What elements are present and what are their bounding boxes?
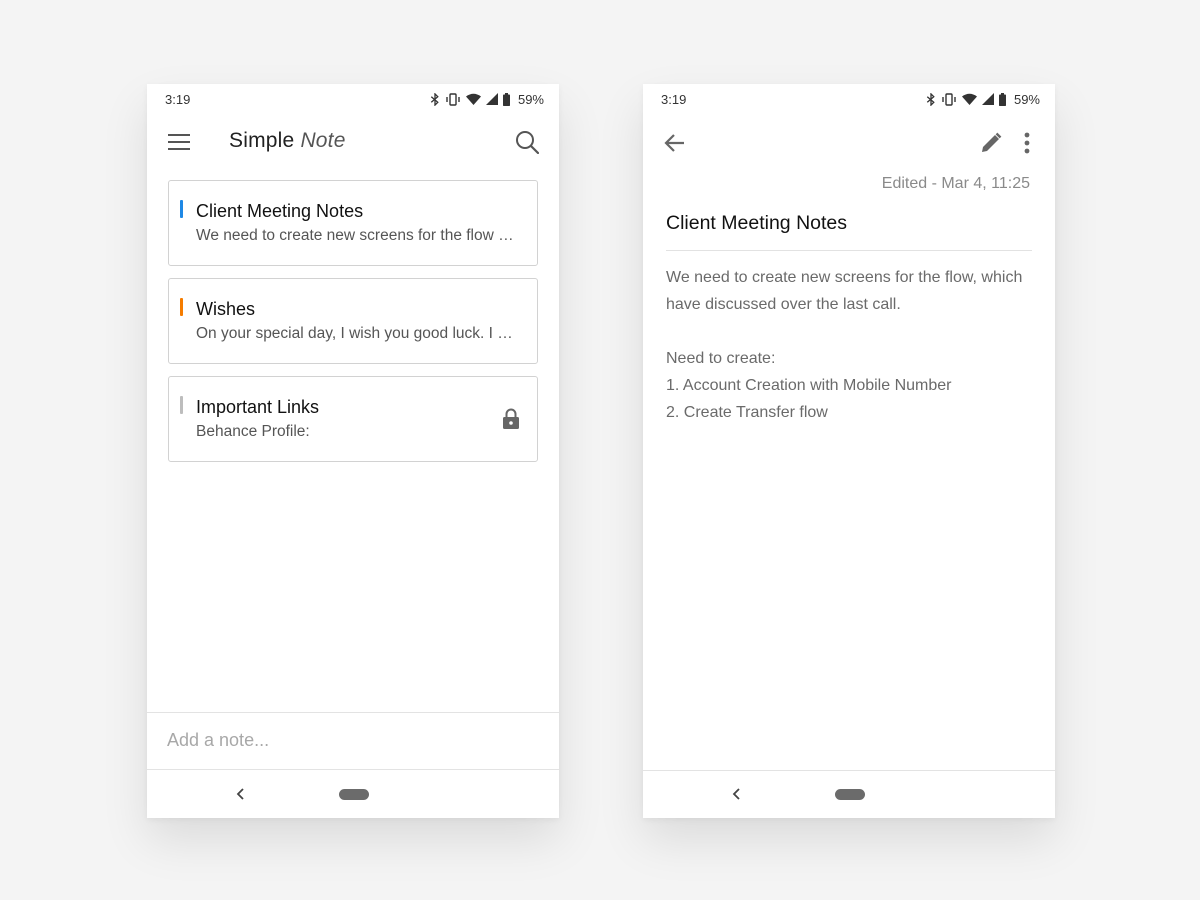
note-accent-bar (180, 396, 183, 414)
note-detail-title: Client Meeting Notes (666, 212, 848, 234)
bluetooth-icon (430, 92, 439, 106)
note-card[interactable]: Wishes On your special day, I wish you g… (168, 278, 538, 364)
search-icon (516, 131, 539, 154)
search-button[interactable] (513, 128, 541, 156)
lock-icon (503, 408, 519, 429)
title-divider (666, 250, 1032, 251)
back-arrow-icon (664, 134, 684, 152)
battery-percent: 59% (517, 91, 544, 107)
pencil-icon (982, 132, 1002, 152)
vibrate-icon (942, 92, 956, 106)
status-icons: 59% (926, 92, 1040, 107)
status-icons: 59% (430, 92, 544, 107)
battery-icon (502, 92, 510, 106)
note-detail-body[interactable]: We need to create new screens for the fl… (666, 264, 1025, 426)
edited-timestamp: Edited - Mar 4, 11:25 (881, 175, 1030, 192)
note-title: Client Meeting Notes (196, 201, 364, 221)
status-time: 3:19 (165, 91, 191, 107)
nav-home-pill[interactable] (339, 789, 369, 800)
edit-button[interactable] (977, 129, 1005, 157)
nav-home-pill[interactable] (835, 789, 865, 800)
hamburger-menu-button[interactable] (165, 128, 193, 156)
nav-back-icon[interactable] (232, 785, 250, 803)
app-bar: Simple Note (147, 120, 559, 164)
note-body-line: 1. Account Creation with Mobile Number (666, 377, 952, 394)
note-accent-bar (180, 298, 183, 316)
app-title: Simple Note (229, 129, 346, 153)
wifi-icon (465, 93, 481, 105)
note-card[interactable]: Client Meeting Notes We need to create n… (168, 180, 538, 266)
hamburger-menu-icon (168, 134, 190, 150)
note-body-line: 2. Create Transfer flow (666, 404, 828, 421)
nav-back-icon[interactable] (728, 785, 746, 803)
notes-list-screen: 3:19 59% Simple Note Client Meeting Note… (147, 84, 559, 818)
note-preview: We need to create new screens for the fl… (196, 227, 521, 244)
signal-icon (981, 93, 994, 105)
note-body-paragraph: We need to create new screens for the fl… (666, 269, 1023, 313)
note-title: Wishes (196, 299, 256, 319)
system-nav-bar (643, 770, 1055, 818)
wifi-icon (961, 93, 977, 105)
note-preview: Behance Profile: (196, 423, 310, 440)
status-bar: 3:19 59% (147, 84, 559, 114)
add-note-bar (147, 712, 559, 770)
signal-icon (485, 93, 498, 105)
app-title-italic: Note (300, 129, 346, 152)
status-time: 3:19 (661, 91, 687, 107)
bluetooth-icon (926, 92, 935, 106)
vibrate-icon (446, 92, 460, 106)
note-body-line: Need to create: (666, 350, 776, 367)
battery-icon (998, 92, 1006, 106)
status-bar: 3:19 59% (643, 84, 1055, 114)
more-vertical-icon (1024, 132, 1030, 154)
add-note-input[interactable] (167, 730, 527, 751)
notes-list: Client Meeting Notes We need to create n… (168, 180, 538, 474)
battery-percent: 59% (1013, 91, 1040, 107)
back-button[interactable] (661, 129, 689, 157)
system-nav-bar (147, 770, 559, 818)
more-options-button[interactable] (1015, 129, 1039, 157)
note-card[interactable]: Important Links Behance Profile: (168, 376, 538, 462)
note-detail-screen: 3:19 59% Edited - Mar 4, 11:25 Client Me… (643, 84, 1055, 818)
app-title-regular: Simple (229, 129, 295, 152)
note-title: Important Links (196, 397, 320, 417)
detail-toolbar (643, 120, 1055, 166)
note-preview: On your special day, I wish you good luc… (196, 325, 521, 342)
note-accent-bar (180, 200, 183, 218)
